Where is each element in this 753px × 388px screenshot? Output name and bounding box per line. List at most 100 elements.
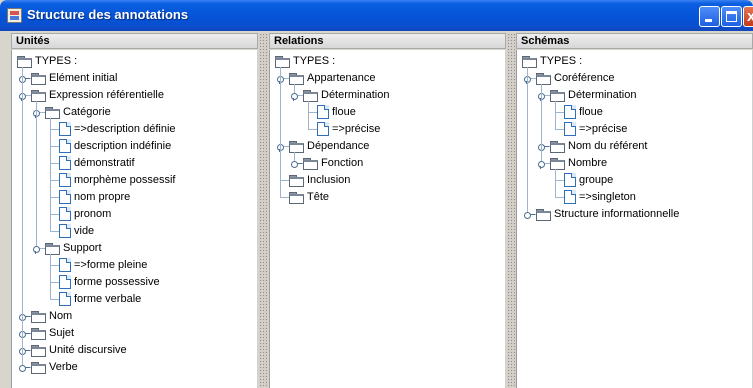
tree-connector [280,67,281,197]
tree-connector [50,129,59,130]
expand-toggle-icon[interactable] [19,313,30,321]
document-icon [59,258,71,272]
tree-item-label: Verbe [49,361,78,373]
schemas-tree[interactable]: TYPES : Coréférence Détermination floue =>pr… [516,50,753,388]
panel-header: Relations [269,33,506,49]
folder-icon [31,73,46,85]
collapse-toggle-icon[interactable] [33,109,44,118]
document-icon [59,224,71,238]
tree-item-label: pronom [74,208,112,220]
title-bar[interactable]: Structure des annotations x [0,0,753,31]
tree-item-label: Unité discursive [49,344,127,356]
tree-item-label: groupe [579,174,614,186]
relations-panel: Relations TYPES : Appartenance Déterminati… [269,33,506,388]
tree-item-label: Fonction [321,157,364,169]
tree-item-label: Tête [307,191,330,203]
tree-connector [50,282,59,283]
folder-icon [31,311,46,323]
collapse-toggle-icon[interactable] [277,75,288,84]
tree-connector [308,101,309,129]
tree-connector [555,112,564,113]
maximize-icon [726,11,737,22]
document-icon [59,173,71,187]
tree-item-label: Sujet [49,327,75,339]
tree-connector [555,197,564,198]
relations-tree[interactable]: TYPES : Appartenance Détermination floue =>p… [269,50,506,388]
tree-connector [555,169,556,197]
expand-toggle-icon[interactable] [538,143,549,151]
tree-item-label: Elément initial [49,72,118,84]
collapse-toggle-icon[interactable] [277,143,288,152]
folder-icon [31,345,46,357]
minimize-icon [705,19,712,22]
app-icon [7,8,22,23]
tree-connector [50,299,59,300]
close-icon: x [747,8,753,25]
document-icon [564,122,576,136]
split-divider[interactable] [507,33,516,388]
tree-connector [22,67,23,367]
document-icon [317,122,329,136]
tree-root-label: TYPES : [540,55,583,67]
tree-item-label: Dépendance [307,140,370,152]
tree-item-label: forme possessive [74,276,160,288]
tree-connector [280,180,289,181]
document-icon [564,105,576,119]
expand-toggle-icon[interactable] [291,160,302,168]
tree-connector [50,214,59,215]
folder-icon [550,158,565,170]
tree-connector [308,129,317,130]
document-icon [59,156,71,170]
tree-item-label: =>description définie [74,123,176,135]
folder-icon [289,141,304,153]
expand-toggle-icon[interactable] [19,75,30,83]
tree-connector [555,129,564,130]
document-icon [59,190,71,204]
tree-item-label: =>singleton [579,191,636,203]
split-divider[interactable] [259,33,268,388]
tree-item-label: Détermination [568,89,637,101]
tree-connector [527,67,528,214]
tree-item-label: floue [332,106,356,118]
minimize-button[interactable] [699,6,720,27]
collapse-toggle-icon[interactable] [538,92,549,101]
collapse-toggle-icon[interactable] [19,92,30,101]
folder-icon [303,90,318,102]
expand-toggle-icon[interactable] [524,211,535,219]
tree-connector [50,146,59,147]
schemas-panel: Schémas TYPES : Coréférence Détermination f… [516,33,753,388]
tree-connector [50,197,59,198]
tree-connector [50,254,51,299]
tree-connector [308,112,317,113]
tree-item-label: Catégorie [63,106,111,118]
close-button[interactable]: x [743,6,753,27]
tree-connector [50,118,51,231]
maximize-button[interactable] [721,6,742,27]
expand-toggle-icon[interactable] [19,347,30,355]
folder-icon [522,56,537,68]
collapse-toggle-icon[interactable] [538,160,549,169]
folder-icon [289,175,304,187]
annotation-structure-window: Structure des annotations x Unités TYPES… [0,0,753,388]
folder-icon [289,73,304,85]
document-icon [59,292,71,306]
collapse-toggle-icon[interactable] [524,75,535,84]
folder-icon [536,73,551,85]
units-tree[interactable]: TYPES : Elément initial Expression référen… [11,50,258,388]
tree-connector [36,101,37,248]
collapse-toggle-icon[interactable] [291,92,302,101]
folder-icon [17,56,32,68]
expand-toggle-icon[interactable] [19,364,30,372]
tree-connector [555,101,556,129]
tree-item-label: Détermination [321,89,390,101]
tree-item-label: Nom [49,310,73,322]
tree-connector [50,231,59,232]
tree-connector [50,163,59,164]
folder-icon [31,328,46,340]
expand-toggle-icon[interactable] [19,330,30,338]
tree-root-label: TYPES : [35,55,78,67]
panel-header: Schémas [516,33,753,49]
collapse-toggle-icon[interactable] [33,245,44,254]
tree-item-label: description indéfinie [74,140,172,152]
folder-icon [45,107,60,119]
